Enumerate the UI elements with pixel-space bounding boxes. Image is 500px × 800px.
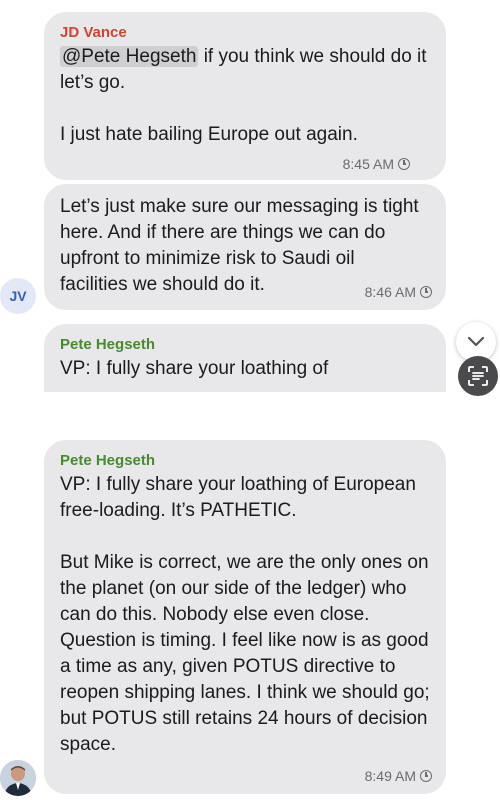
chevron-down-icon [467,336,485,347]
message-bubble-pete-hegseth-preview[interactable]: Pete Hegseth VP: I fully share your loat… [44,324,446,392]
time-label: 8:46 AM [364,284,416,300]
message-time: 8:46 AM [365,284,432,300]
avatar-jd-vance[interactable]: JV [0,278,36,314]
clock-icon [420,770,432,782]
scan-text-button[interactable] [458,356,498,396]
clock-icon [420,286,432,298]
avatar-pete-hegseth[interactable] [0,760,36,796]
message-text: Let’s just make sure our messaging is ti… [60,196,419,295]
message-bubble-pete-hegseth[interactable]: Pete Hegseth VP: I fully share your loat… [44,440,446,794]
clock-icon [398,158,410,170]
avatar-initials: JV [9,288,27,304]
sender-name: Pete Hegseth [60,452,156,469]
message-bubble-jd-vance-2[interactable]: Let’s just make sure our messaging is ti… [44,184,446,310]
time-label: 8:45 AM [342,156,394,172]
mention-link[interactable]: @Pete Hegseth [60,46,199,67]
message-time: 8:45 AM [343,156,410,172]
truncated-message-clip: Pete Hegseth VP: I fully share your loat… [0,320,500,392]
message-time: 8:49 AM [365,768,432,784]
sender-name: Pete Hegseth [60,336,156,353]
time-label: 8:49 AM [364,768,416,784]
message-text: VP: I fully share your loathing of Europ… [60,474,430,755]
person-photo-icon [0,760,36,796]
scan-text-icon [468,366,488,386]
message-text: VP: I fully share your loathing of [60,358,329,379]
sender-name: JD Vance [60,24,127,41]
message-bubble-jd-vance-1[interactable]: JD Vance @Pete Hegseth if you think we s… [44,12,446,180]
message-text: @Pete Hegseth if you think we should do … [60,44,432,148]
